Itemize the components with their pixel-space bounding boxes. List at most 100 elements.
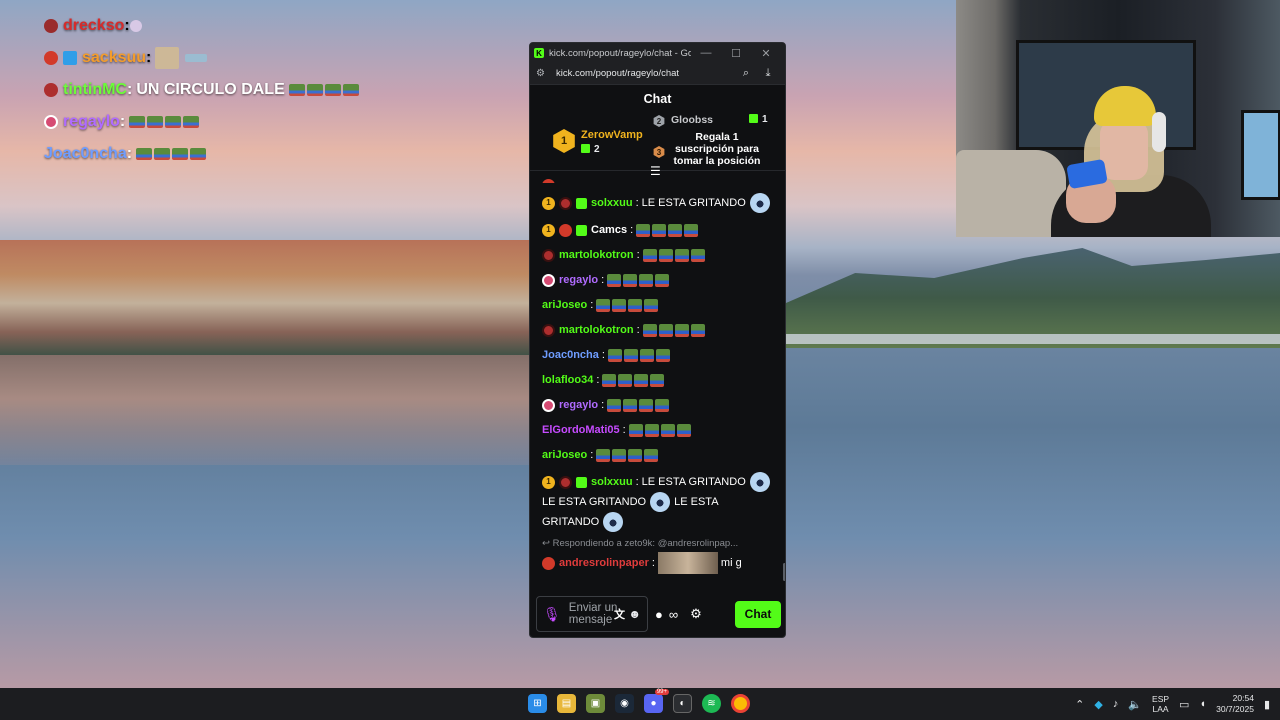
plane-emote-icon: [185, 54, 208, 62]
collapse-leaderboard-icon[interactable]: ☰: [650, 165, 661, 177]
microphone-tray-icon[interactable]: ♪: [1113, 698, 1119, 710]
emote-icon: [655, 398, 670, 412]
chat-composer: 🎙 Enviar un mensaje ☻ 文 ● ∞ ⚙ Chat: [530, 591, 785, 637]
overlay-line: dreckso:: [44, 10, 361, 42]
chat-username[interactable]: lolafloo34: [542, 372, 593, 388]
cat-emote-icon: [155, 47, 180, 69]
overlay-line: sacksuu:: [44, 42, 361, 74]
chat-message-list[interactable]: 1 solxxuu: LE ESTA GRITANDO 1 Camcs: mar…: [530, 179, 785, 584]
emote-icon: [607, 398, 622, 412]
speaker-icon[interactable]: ◖: [1199, 698, 1206, 710]
emote-icon: [147, 116, 164, 128]
system-clock[interactable]: 20:54 30/7/2025: [1216, 693, 1254, 715]
chat-username[interactable]: Camcs: [591, 222, 627, 238]
download-icon[interactable]: ⤓: [757, 67, 779, 80]
chat-username[interactable]: ariJoseo: [542, 447, 587, 463]
emote-icon: [190, 148, 207, 160]
chat-username[interactable]: ElGordoMati05: [542, 422, 620, 438]
game-app-icon[interactable]: ▣: [586, 694, 605, 713]
maximize-button[interactable]: ☐: [721, 47, 751, 60]
obs-icon[interactable]: ◐: [673, 694, 692, 713]
system-tray: ⌃ ◆ ♪ 🔈 ESP LAA ▭ ◖ 20:54 30/7/2025 ▮: [1075, 688, 1270, 720]
chat-username[interactable]: solxxuu: [591, 474, 633, 491]
translate-icon[interactable]: 文: [614, 606, 625, 622]
chat-username[interactable]: andresrolinpaper: [559, 555, 649, 571]
chat-colon: :: [622, 424, 626, 436]
emote-icon: [660, 423, 675, 437]
overlay-user: sacksuu: [82, 49, 147, 66]
close-button[interactable]: ✕: [751, 47, 781, 60]
gift-badge-icon: [576, 476, 587, 488]
reply-context-text: Respondiendo a zeto9k: @andresrolinpap..…: [552, 538, 739, 549]
emote-icon: [628, 423, 643, 437]
chat-popup-window: K kick.com/popout/rageylo/chat - Google.…: [529, 42, 786, 638]
chat-username[interactable]: ariJoseo: [542, 297, 587, 313]
notification-icon[interactable]: ▮: [1264, 698, 1270, 711]
spotify-icon[interactable]: ≋: [702, 694, 721, 713]
window-titlebar[interactable]: K kick.com/popout/rageylo/chat - Google.…: [530, 43, 785, 63]
emote-icon: [623, 273, 638, 287]
sub-badge-icon: 1: [542, 475, 555, 489]
chat-scrollbar[interactable]: [783, 563, 785, 581]
start-icon[interactable]: ⊞: [528, 694, 547, 713]
file-explorer-icon[interactable]: ▤: [557, 694, 576, 713]
emote-icon: [676, 423, 691, 437]
stream-overlay-chat: dreckso: sacksuu: tintinMC: UN CIRCULO D…: [44, 10, 361, 170]
gift-badge-icon: [576, 224, 587, 236]
emote-icon: [642, 323, 657, 337]
chrome-icon[interactable]: [731, 694, 750, 713]
badge-icon: [44, 83, 58, 97]
chat-input[interactable]: 🎙 Enviar un mensaje ☻: [536, 596, 648, 632]
language-indicator[interactable]: ESP LAA: [1152, 694, 1169, 714]
network-icon[interactable]: ▭: [1179, 698, 1189, 711]
reply-context[interactable]: ↩ Respondiendo a zeto9k: @andresrolinpap…: [542, 538, 775, 549]
gift-sub-cta[interactable]: Regala 1 suscripción para tomar la posic…: [671, 131, 763, 167]
headset-icon: [1152, 112, 1166, 152]
chevron-up-icon[interactable]: ⌃: [1075, 698, 1084, 711]
chat-username[interactable]: martolokotron: [559, 322, 634, 338]
chat-message: ElGordoMati05:: [542, 422, 775, 438]
bubbles-icon[interactable]: ●: [655, 607, 663, 622]
top-gifter-count-value: 2: [594, 144, 600, 155]
send-chat-button[interactable]: Chat: [735, 600, 781, 628]
site-settings-icon[interactable]: ⚙: [536, 68, 550, 79]
emote-icon: [129, 20, 142, 32]
badge-icon: [542, 179, 555, 183]
chat-colon: :: [635, 197, 639, 209]
mouth-badge-icon: [542, 323, 555, 337]
overlay-colon: :: [126, 145, 133, 162]
steam-icon[interactable]: ◉: [615, 694, 634, 713]
discord-icon[interactable]: ● 99+: [644, 689, 669, 713]
chat-username[interactable]: martolokotron: [559, 247, 634, 263]
emoji-icon[interactable]: ☻: [628, 607, 641, 621]
chat-colon: :: [651, 557, 655, 569]
emote-icon: [596, 448, 611, 462]
chat-username[interactable]: regaylo: [559, 272, 598, 288]
zoom-icon[interactable]: ⌕: [735, 67, 757, 80]
screaming-face-emote-icon: [749, 472, 770, 492]
app-tray-icon[interactable]: ◆: [1094, 698, 1102, 711]
chat-message: ariJoseo:: [542, 447, 775, 463]
infinity-icon[interactable]: ∞: [669, 607, 678, 622]
top-gifter-count: 2: [581, 144, 600, 155]
minimize-button[interactable]: —: [691, 47, 721, 59]
chat-message: martolokotron:: [542, 322, 775, 338]
chat-username[interactable]: solxxuu: [591, 195, 633, 211]
badge-icon: [542, 273, 555, 287]
sub-badge-icon: 1: [542, 196, 555, 210]
url-text[interactable]: kick.com/popout/rageylo/chat: [556, 68, 735, 79]
microphone-icon[interactable]: 🎙: [543, 606, 561, 623]
second-gifter-name[interactable]: Gloobss: [671, 114, 713, 126]
chat-username[interactable]: regaylo: [559, 397, 598, 413]
volume-icon[interactable]: 🔈: [1128, 698, 1142, 711]
settings-icon[interactable]: ⚙: [690, 606, 702, 622]
overlay-user: Joac0ncha: [44, 145, 127, 162]
badge-icon: [542, 398, 555, 412]
overlay-user: tintinMC: [63, 81, 127, 98]
second-gifter-count: 1: [749, 114, 768, 125]
top-gifter-name[interactable]: ZerowVamp: [581, 129, 643, 141]
chat-username[interactable]: Joac0ncha: [542, 347, 599, 363]
address-bar[interactable]: ⚙ kick.com/popout/rageylo/chat ⌕ ⤓: [530, 63, 785, 85]
webcam-feed: [956, 0, 1280, 237]
cam-sofa: [956, 150, 1066, 237]
